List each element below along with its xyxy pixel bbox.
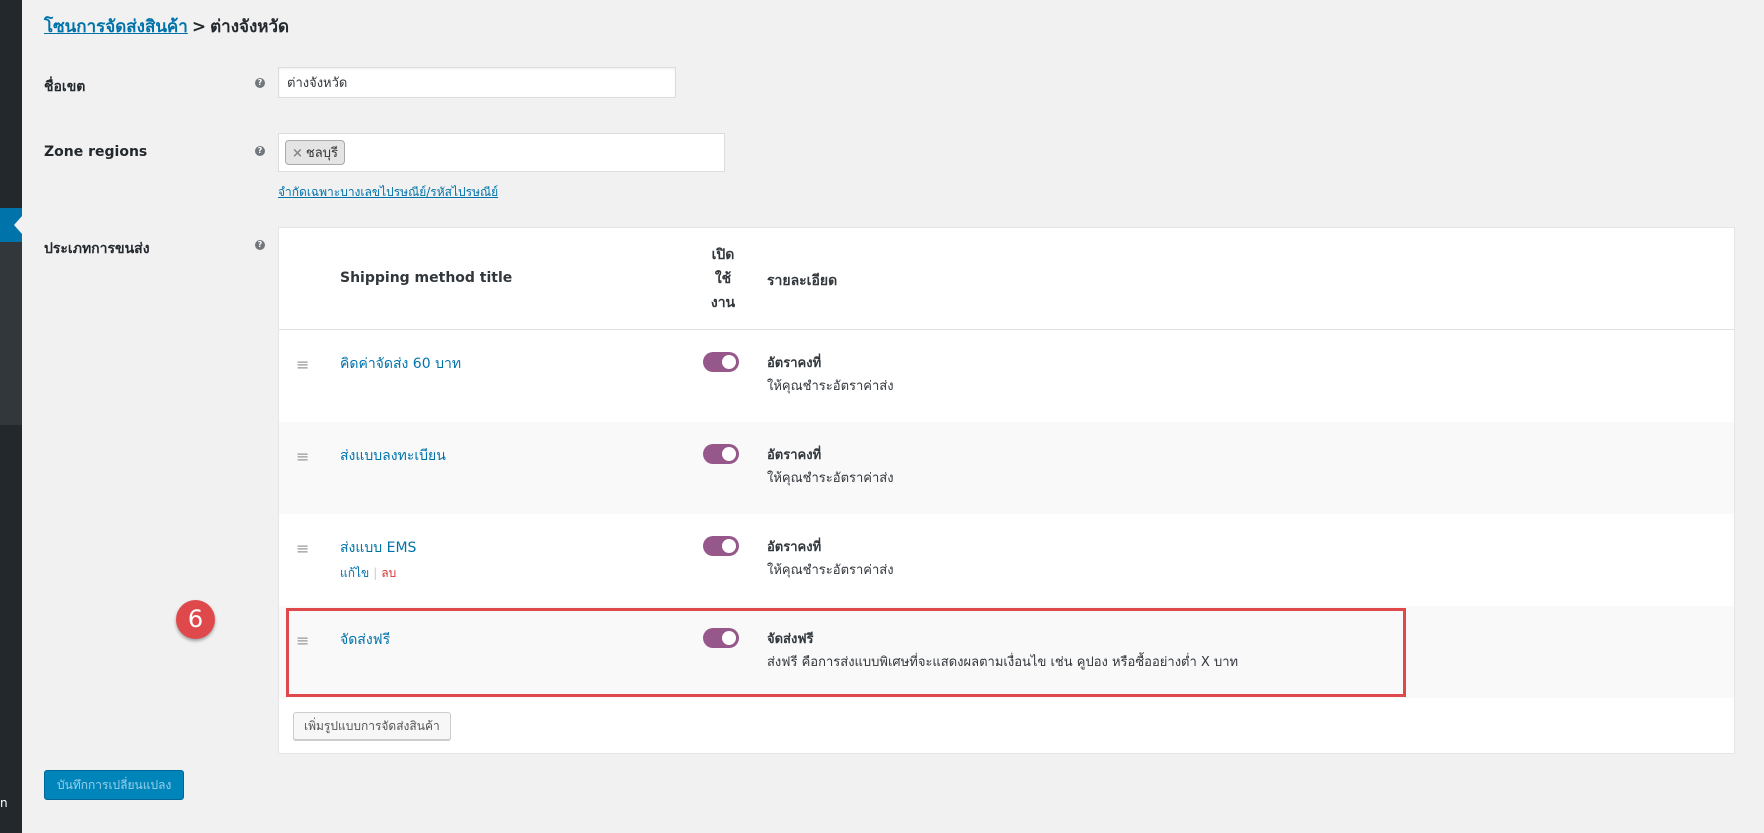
table-row: ≡ ส่งแบบลงทะเบียน อัตราคงที่ ให้คุณชำระอ… — [279, 422, 1734, 514]
method-type: อัตราคงที่ — [767, 540, 822, 555]
edit-method-link[interactable]: แก้ไข — [340, 566, 369, 580]
drag-handle-icon[interactable]: ≡ — [296, 447, 309, 466]
method-enabled-toggle[interactable] — [703, 536, 739, 556]
column-header-description: รายละเอียด — [767, 273, 838, 289]
drag-handle-icon[interactable]: ≡ — [296, 355, 309, 374]
sidebar-collapse-glyph[interactable]: n — [0, 796, 8, 810]
zone-name-input[interactable] — [278, 67, 676, 98]
method-title-link[interactable]: คิดค่าจัดส่ง 60 บาท — [340, 353, 461, 375]
column-header-title: Shipping method title — [340, 270, 513, 286]
save-changes-button[interactable]: บันทึกการเปลี่ยนแปลง — [44, 770, 185, 800]
zone-regions-label: Zone regions — [44, 144, 148, 160]
add-shipping-method-button[interactable]: เพิ่มรูปแบบการจัดส่งสินค้า — [293, 712, 451, 740]
method-title-link[interactable]: ส่งแบบลงทะเบียน — [340, 445, 446, 467]
method-enabled-toggle[interactable] — [703, 444, 739, 464]
toggle-knob — [722, 355, 736, 369]
row-actions: แก้ไข | ลบ — [340, 564, 396, 583]
table-row: ≡ คิดค่าจัดส่ง 60 บาท อัตราคงที่ ให้คุณช… — [279, 330, 1734, 422]
table-header: Shipping method title เปิด ใช้ งาน รายละ… — [279, 228, 1734, 330]
zone-regions-help-icon[interactable]: ? — [255, 146, 265, 156]
shipping-methods-label: ประเภทการขนส่ง — [44, 241, 150, 257]
toggle-knob — [722, 539, 736, 553]
method-enabled-toggle[interactable] — [703, 352, 739, 372]
breadcrumb-separator: > — [191, 17, 207, 37]
shipping-methods-help-icon[interactable]: ? — [255, 240, 265, 250]
zone-name-help-icon[interactable]: ? — [255, 78, 265, 88]
current-menu-arrow-icon — [14, 216, 22, 234]
step-number-badge: 6 — [176, 600, 215, 639]
admin-submenu — [0, 230, 22, 425]
zone-regions-select[interactable]: × ชลบุรี — [278, 133, 725, 172]
toggle-knob — [722, 447, 736, 461]
method-type: อัตราคงที่ — [767, 356, 822, 371]
limit-postcodes-link[interactable]: จำกัดเฉพาะบางเลขไปรษณีย์/รหัสไปรษณีย์ — [278, 183, 498, 202]
method-description: ให้คุณชำระอัตราค่าส่ง — [767, 379, 894, 394]
zone-name-label: ชื่อเขต — [44, 79, 86, 95]
delete-method-link[interactable]: ลบ — [381, 566, 396, 580]
method-description: ให้คุณชำระอัตราค่าส่ง — [767, 471, 894, 486]
row-actions-separator: | — [373, 566, 378, 580]
column-header-enabled: เปิด ใช้ งาน — [710, 247, 736, 311]
breadcrumb-current: ต่างจังหวัด — [210, 17, 290, 37]
method-type: อัตราคงที่ — [767, 448, 822, 463]
breadcrumb-shipping-zones-link[interactable]: โซนการจัดส่งสินค้า — [44, 17, 188, 37]
table-row: ≡ ส่งแบบ EMS แก้ไข | ลบ อัตราคงที่ ให้คุณช… — [279, 514, 1734, 606]
drag-handle-icon[interactable]: ≡ — [296, 539, 309, 558]
admin-sidebar: n — [0, 0, 22, 833]
region-chip: × ชลบุรี — [285, 140, 345, 165]
breadcrumb: โซนการจัดส่งสินค้า > ต่างจังหวัด — [44, 13, 289, 40]
method-description: ให้คุณชำระอัตราค่าส่ง — [767, 563, 894, 578]
remove-region-icon[interactable]: × — [292, 146, 303, 161]
method-title-link[interactable]: ส่งแบบ EMS — [340, 537, 416, 559]
region-chip-label: ชลบุรี — [305, 146, 338, 161]
highlight-annotation-box — [286, 608, 1406, 697]
